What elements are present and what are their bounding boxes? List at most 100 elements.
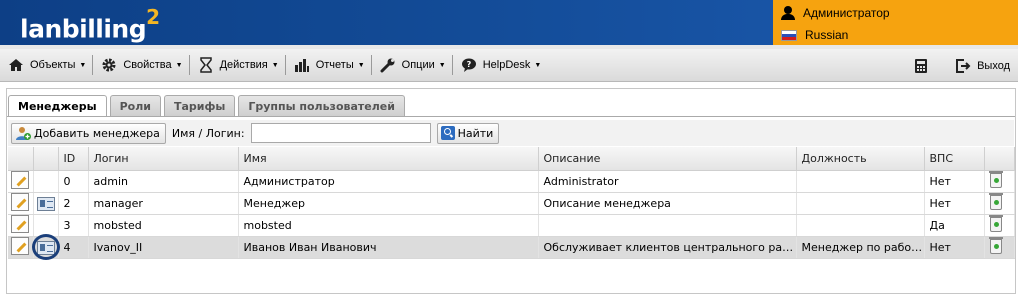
cell-position xyxy=(796,170,925,193)
cell-description: Описание менеджера xyxy=(538,192,797,215)
language-selector[interactable]: Russian xyxy=(781,25,848,45)
menu-right-group: Выход xyxy=(913,49,1018,82)
column-header-card xyxy=(33,147,59,171)
column-header-login[interactable]: Логин xyxy=(88,147,239,171)
cell-login: mobsted xyxy=(88,214,239,237)
user-panel: Администратор Russian xyxy=(773,0,1018,45)
menu-options[interactable]: Опции ▼ xyxy=(372,49,452,82)
tab-bar: Менеджеры Роли Тарифы Группы пользовател… xyxy=(8,95,405,117)
cell-id: 0 xyxy=(58,170,89,193)
name-login-search-input[interactable] xyxy=(250,123,431,143)
add-manager-button[interactable]: Добавить менеджера xyxy=(11,122,166,144)
bar-chart-icon xyxy=(294,57,310,73)
find-button[interactable]: Найти xyxy=(436,122,500,144)
menu-objects[interactable]: Объекты ▼ xyxy=(0,49,92,82)
tab-divider xyxy=(7,116,1015,117)
table-row[interactable]: 2 manager Менеджер Описание менеджера Не… xyxy=(8,192,1015,215)
cell-position xyxy=(796,214,925,237)
add-user-icon xyxy=(15,125,31,141)
delete-cell[interactable] xyxy=(984,170,1015,193)
edit-icon[interactable] xyxy=(11,192,29,211)
cell-description: Administrator xyxy=(538,170,797,193)
cell-description: Обслуживает клиентов центрального района xyxy=(538,236,797,259)
cell-id: 4 xyxy=(58,236,89,259)
chevron-down-icon: ▼ xyxy=(175,61,183,69)
cell-vps: Нет xyxy=(924,170,985,193)
column-header-position[interactable]: Должность xyxy=(796,147,925,171)
cell-position: Менеджер по работе... xyxy=(796,236,925,259)
edit-icon[interactable] xyxy=(11,170,29,189)
home-icon xyxy=(8,57,24,73)
hourglass-icon xyxy=(198,57,214,73)
menu-options-label: Опции xyxy=(401,59,435,71)
delete-icon[interactable] xyxy=(988,171,1003,188)
menu-properties-label: Свойства xyxy=(123,59,172,71)
card-cell xyxy=(33,214,59,237)
table-row-selected[interactable]: 4 Ivanov_II Иванов Иван Иванович Обслужи… xyxy=(8,236,1015,259)
edit-cell[interactable] xyxy=(8,214,34,237)
edit-icon[interactable] xyxy=(11,214,29,233)
delete-cell[interactable] xyxy=(984,192,1015,215)
tab-user-groups[interactable]: Группы пользователей xyxy=(238,95,405,116)
russia-flag-icon xyxy=(781,29,797,41)
column-header-id[interactable]: ID xyxy=(58,147,89,171)
find-label: Найти xyxy=(457,126,494,140)
menu-reports[interactable]: Отчеты ▼ xyxy=(286,49,371,82)
logout-icon xyxy=(955,58,971,74)
edit-cell[interactable] xyxy=(8,170,34,193)
managers-table: ID Логин Имя Описание Должность ВПС 0 ad… xyxy=(8,147,1015,259)
search-icon xyxy=(440,126,455,140)
chevron-down-icon: ▼ xyxy=(357,61,365,69)
highlight-circle xyxy=(32,234,60,260)
wrench-icon xyxy=(380,57,396,73)
chat-bubble-icon: ? xyxy=(461,57,477,73)
menu-actions[interactable]: Действия ▼ xyxy=(190,49,285,82)
cell-login: manager xyxy=(88,192,239,215)
menu-actions-label: Действия xyxy=(219,59,268,71)
menu-helpdesk-label: HelpDesk xyxy=(482,59,531,71)
tab-managers[interactable]: Менеджеры xyxy=(8,95,107,117)
cell-vps: Да xyxy=(924,214,985,237)
edit-cell[interactable] xyxy=(8,236,34,259)
delete-cell[interactable] xyxy=(984,236,1015,259)
menu-reports-label: Отчеты xyxy=(315,59,354,71)
delete-icon[interactable] xyxy=(988,237,1003,254)
table-row[interactable]: 0 admin Администратор Administrator Нет xyxy=(8,170,1015,193)
logout-label: Выход xyxy=(977,59,1010,72)
logout-button[interactable]: Выход xyxy=(947,49,1018,82)
cell-login: Ivanov_II xyxy=(88,236,239,259)
contact-card-icon[interactable] xyxy=(36,196,55,211)
tab-tariffs[interactable]: Тарифы xyxy=(163,95,236,116)
tab-roles[interactable]: Роли xyxy=(109,95,161,116)
app-logo[interactable]: lanbilling2 xyxy=(20,5,160,43)
cell-login: admin xyxy=(88,170,239,193)
column-header-description[interactable]: Описание xyxy=(538,147,797,171)
current-user[interactable]: Администратор xyxy=(781,3,890,23)
column-header-name[interactable]: Имя xyxy=(238,147,539,171)
table-header-row: ID Логин Имя Описание Должность ВПС xyxy=(8,147,1015,171)
edit-cell[interactable] xyxy=(8,192,34,215)
delete-cell[interactable] xyxy=(984,214,1015,237)
column-header-edit xyxy=(8,147,34,171)
cell-name: Иванов Иван Иванович xyxy=(238,236,539,259)
cell-name: mobsted xyxy=(238,214,539,237)
menu-objects-label: Объекты xyxy=(30,59,76,71)
cell-name: Администратор xyxy=(238,170,539,193)
card-cell[interactable] xyxy=(33,192,59,215)
table-row[interactable]: 3 mobsted mobsted Да xyxy=(8,214,1015,237)
column-header-vps[interactable]: ВПС xyxy=(924,147,985,171)
cell-description xyxy=(538,214,797,237)
chevron-down-icon: ▼ xyxy=(438,61,446,69)
menu-helpdesk[interactable]: ? HelpDesk ▼ xyxy=(453,49,548,82)
menu-properties[interactable]: Свойства ▼ xyxy=(93,49,188,82)
column-header-delete xyxy=(984,147,1015,171)
main-menu: Объекты ▼ Свойства ▼ Действия ▼ Отчеты ▼… xyxy=(0,49,1018,82)
delete-icon[interactable] xyxy=(988,193,1003,210)
user-name: Администратор xyxy=(803,6,890,20)
card-cell xyxy=(33,170,59,193)
filter-label: Имя / Логин: xyxy=(171,126,245,140)
cell-vps: Нет xyxy=(924,192,985,215)
delete-icon[interactable] xyxy=(988,215,1003,232)
edit-icon[interactable] xyxy=(11,236,29,255)
calculator-icon[interactable] xyxy=(913,58,929,74)
